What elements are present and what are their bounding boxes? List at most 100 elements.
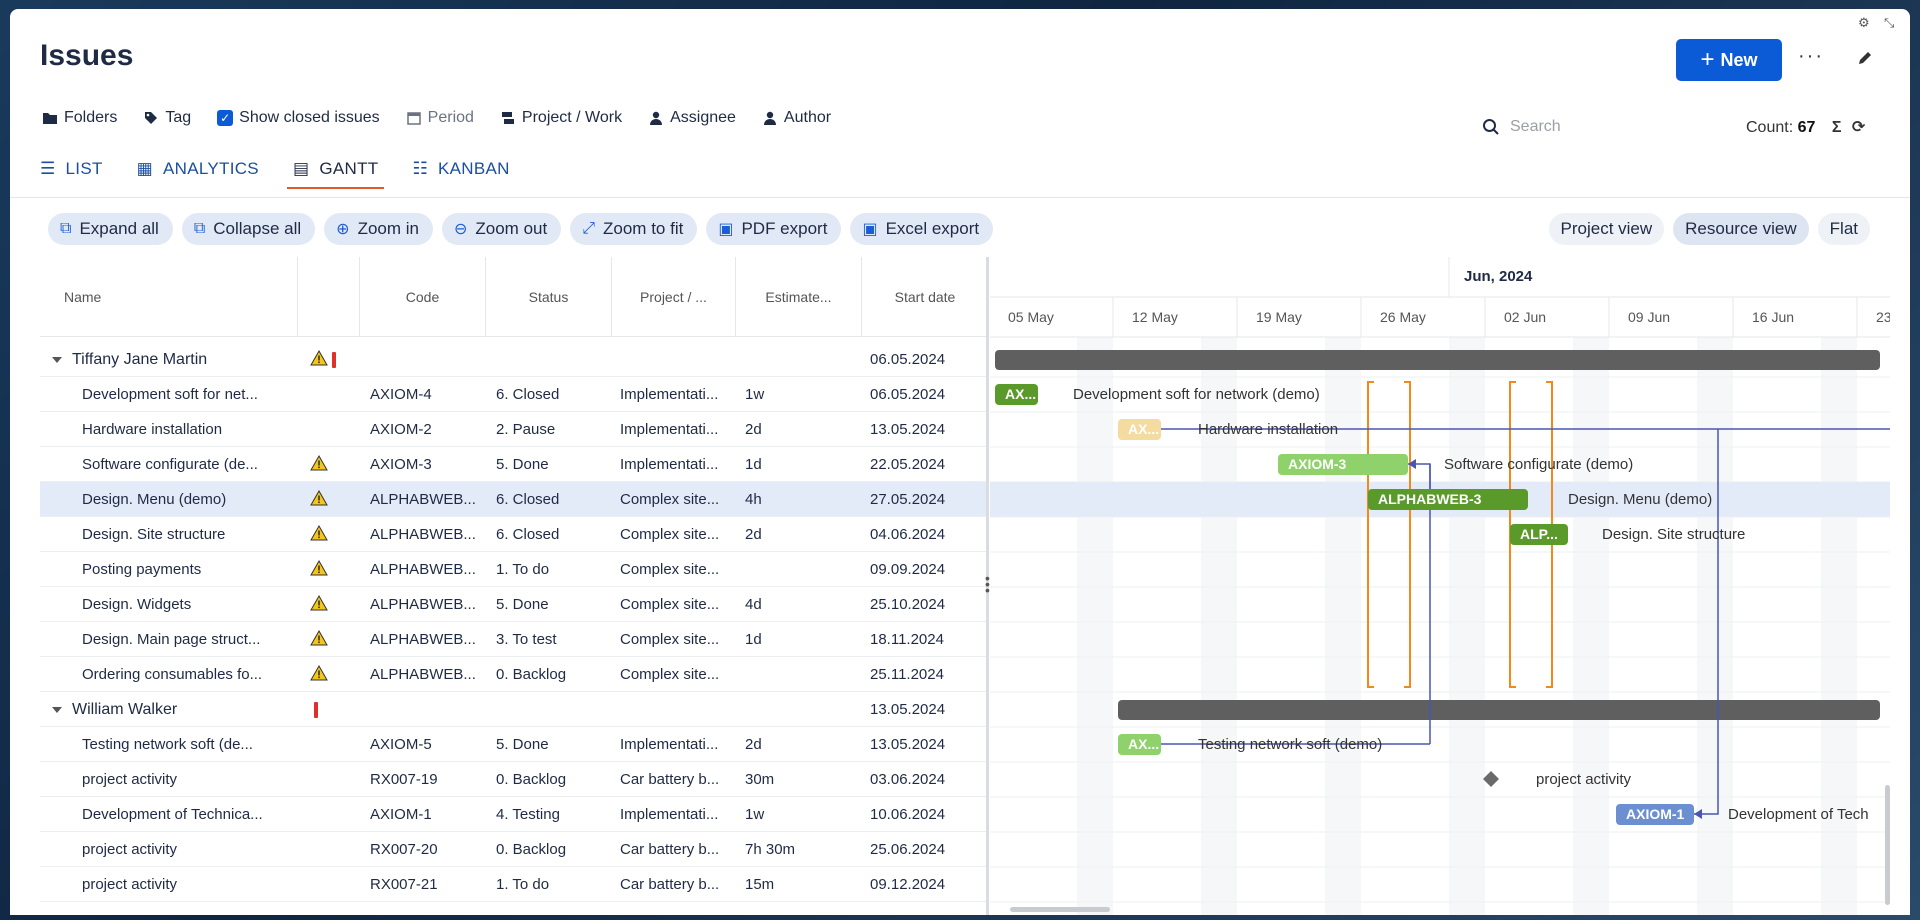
excel-export-button[interactable]: ▣ Excel export [850,213,994,245]
table-row[interactable]: Development of Technica... AXIOM-1 4. Test… [40,797,988,832]
table-row[interactable]: Design. Main page struct... ALPHABWEB... 3… [40,622,988,657]
cell-name: Design. Main page struct... [82,622,298,657]
cell-project: Car battery b... [620,771,720,788]
cell-flags [310,727,360,762]
zoom-out-button[interactable]: ⊖ Zoom out [441,213,562,245]
bar-label: AXIOM-3 [1288,456,1347,472]
table-row[interactable]: project activity RX007-19 0. Backlog Car ba… [40,762,988,797]
new-button[interactable]: + New [1676,39,1782,81]
table-row[interactable]: Ordering consumables fo... ALPHABWEB... 0.… [40,657,988,692]
priority-icon [314,701,318,718]
table-row[interactable]: Design. Menu (demo) ALPHABWEB... 6. Closed… [40,482,988,517]
row-name: project activity [82,771,178,788]
tab-analytics[interactable]: ▦ ANALYTICS [137,159,259,189]
cell-status: 0. Backlog [496,771,567,788]
table-row[interactable]: Posting payments ALPHABWEB... 1. To do Comp… [40,552,988,587]
table-row[interactable]: Design. Widgets ALPHABWEB... 5. Done Comple… [40,587,988,622]
group-row[interactable]: William Walker 13.05.2024 [40,692,988,727]
col-project[interactable]: Project / ... [612,257,736,337]
table-row[interactable]: Development soft for net... AXIOM-4 6. Clo… [40,377,988,412]
excel-icon: ▣ [862,221,878,238]
col-estimate[interactable]: Estimate... [736,257,862,337]
week-label: 02 Jun [1504,309,1546,325]
cell-code [370,342,480,377]
task-grid: Name Code Status Project / ... Estimate.… [40,257,988,915]
bar-caption: Development of Tech [1728,806,1869,823]
sum-icon[interactable]: Σ [1832,119,1842,136]
table-row[interactable]: Hardware installation AXIOM-2 2. Pause Impl… [40,412,988,447]
table-row[interactable]: Testing network soft (de... AXIOM-5 5. Don… [40,727,988,762]
cell-status: 1. To do [496,561,550,578]
flat-view-button[interactable]: Flat [1817,213,1870,245]
collapse-all-button[interactable]: ⧉ Collapse all [181,213,316,245]
table-row[interactable]: project activity RX007-20 0. Backlog Car ba… [40,832,988,867]
milestone-marker[interactable] [1483,771,1499,787]
search-input[interactable]: Search [1510,118,1561,136]
cell-name: project activity [82,762,298,797]
col-name[interactable]: Name [40,257,298,337]
zoom-to-fit-button[interactable]: ⤢ Zoom to fit [570,213,698,245]
table-row[interactable]: project activity RX007-21 1. To do Car batt… [40,867,988,902]
pdf-export-button[interactable]: ▣ PDF export [706,213,842,245]
table-row[interactable]: Software configurate (de... AXIOM-3 5. Don… [40,447,988,482]
filter-label: Project / Work [521,109,623,126]
minimize-icon[interactable]: ⤡ [1884,15,1894,31]
cell-flags [310,622,360,657]
col-code[interactable]: Code [360,257,486,337]
checkbox-checked-icon[interactable]: ✓ [217,110,234,126]
cell-flags [310,657,360,692]
cell-project: Complex site... [620,631,720,648]
cell-status: 0. Backlog [496,666,567,683]
tab-gantt[interactable]: ▤ GANTT [286,159,385,189]
cell-project: Complex site... [620,526,720,543]
expand-caret-icon[interactable] [52,356,62,363]
more-horizontal-icon[interactable]: ··· [1798,45,1824,68]
col-label: Start date [894,289,956,305]
filter-label: Assignee [670,109,736,126]
pencil-icon[interactable] [1856,49,1874,73]
col-status[interactable]: Status [486,257,612,337]
search-box[interactable]: Search [1482,113,1722,141]
cell-estimate: 15m [745,876,775,893]
cell-flags [310,482,360,517]
count-value: 67 [1797,119,1816,136]
filter-period[interactable]: Period [406,109,474,127]
expand-all-button[interactable]: ⧉ Expand all [48,213,173,245]
cell-name: Design. Menu (demo) [82,482,298,517]
tab-kanban[interactable]: ☷ KANBAN [412,159,509,189]
zoom-in-button[interactable]: ⊕ Zoom in [324,213,433,245]
expand-caret-icon[interactable] [52,706,62,713]
table-row[interactable]: Design. Site structure ALPHABWEB... 6. Clo… [40,517,988,552]
filter-project-work[interactable]: Project / Work [500,109,622,127]
filter-assignee[interactable]: Assignee [648,109,736,127]
filter-label: Tag [165,109,192,126]
settings-icon[interactable]: ⚙ [1858,15,1870,31]
cell-flags [310,447,360,482]
vertical-scrollbar[interactable] [1885,785,1890,905]
filter-author[interactable]: Author [762,109,831,127]
weekend-stripe [1821,337,1857,915]
bar-caption: Design. Site structure [1602,526,1745,543]
tab-list[interactable]: ☰ LIST [40,159,103,189]
cell-code: ALPHABWEB... [370,631,476,648]
horizontal-scrollbar[interactable] [1010,907,1110,912]
cell-status: 0. Backlog [496,841,567,858]
cell-flags [310,832,360,867]
group-row[interactable]: Tiffany Jane Martin 06.05.2024 [40,342,988,377]
resource-view-button[interactable]: Resource view [1673,213,1809,245]
col-start-date[interactable]: Start date [862,257,988,337]
refresh-icon[interactable]: ⟳ [1852,119,1865,136]
cell-code: RX007-20 [370,841,438,858]
group-summary-bar[interactable] [995,350,1880,370]
project-view-button[interactable]: Project view [1548,213,1665,245]
button-label: Zoom out [475,219,548,238]
cell-flags [310,867,360,902]
cell-project: Implementati... [620,806,719,823]
cell-status: 5. Done [496,736,549,753]
group-summary-bar[interactable] [1118,700,1880,720]
filter-show-closed[interactable]: ✓ Show closed issues [217,109,380,127]
cell-code [370,692,480,727]
filter-folders[interactable]: Folders [42,109,117,127]
pdf-icon: ▣ [718,221,734,238]
filter-tag[interactable]: Tag [143,109,191,127]
